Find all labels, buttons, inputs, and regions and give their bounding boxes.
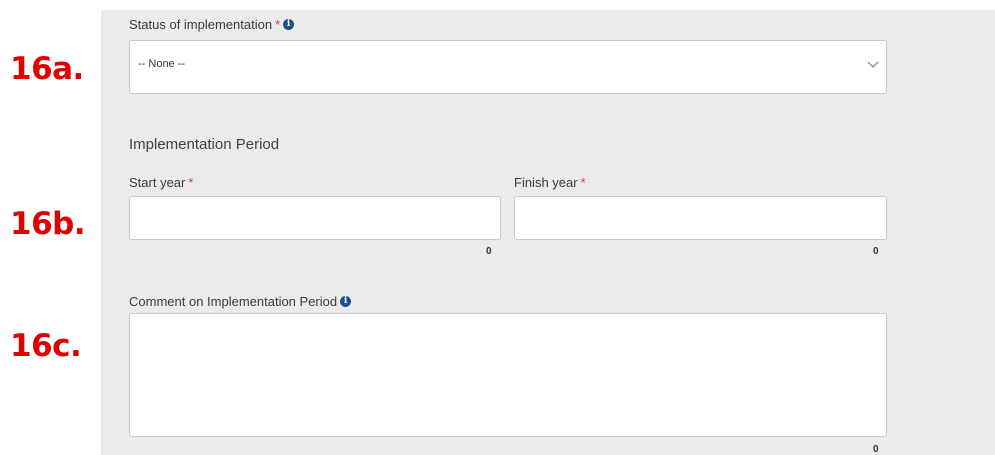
step-label-16a: 16a. (10, 51, 84, 87)
required-mark: * (188, 175, 194, 190)
info-icon[interactable]: i (340, 296, 352, 307)
status-select-value: -- None -- (138, 58, 186, 70)
step-label-16b: 16b. (10, 206, 86, 242)
start-year-label: Start year * (129, 175, 193, 190)
status-label-text: Status of implementation (129, 17, 273, 32)
implementation-period-heading: Implementation Period (129, 136, 280, 153)
finish-year-char-counter: 0 (873, 246, 879, 257)
step-label-16c: 16c. (10, 328, 82, 364)
comment-field-label: Comment on Implementation Period i (129, 294, 352, 309)
finish-year-input[interactable] (514, 196, 887, 240)
required-mark: * (275, 17, 281, 32)
comment-label-text: Comment on Implementation Period (129, 294, 338, 309)
start-year-char-counter: 0 (486, 246, 492, 257)
comment-textarea[interactable] (129, 313, 887, 437)
start-year-input[interactable] (129, 196, 501, 240)
comment-char-counter: 0 (873, 444, 879, 455)
required-mark: * (580, 175, 586, 190)
status-select[interactable]: -- None -- (129, 40, 887, 94)
start-year-label-text: Start year (129, 175, 186, 190)
form-panel: Status of implementation * i -- None -- Im… (101, 10, 995, 455)
info-icon[interactable]: i (283, 19, 295, 30)
finish-year-label: Finish year * (514, 175, 586, 190)
status-field-label: Status of implementation * i (129, 17, 295, 32)
finish-year-label-text: Finish year (514, 175, 578, 190)
chevron-down-icon (867, 61, 879, 68)
